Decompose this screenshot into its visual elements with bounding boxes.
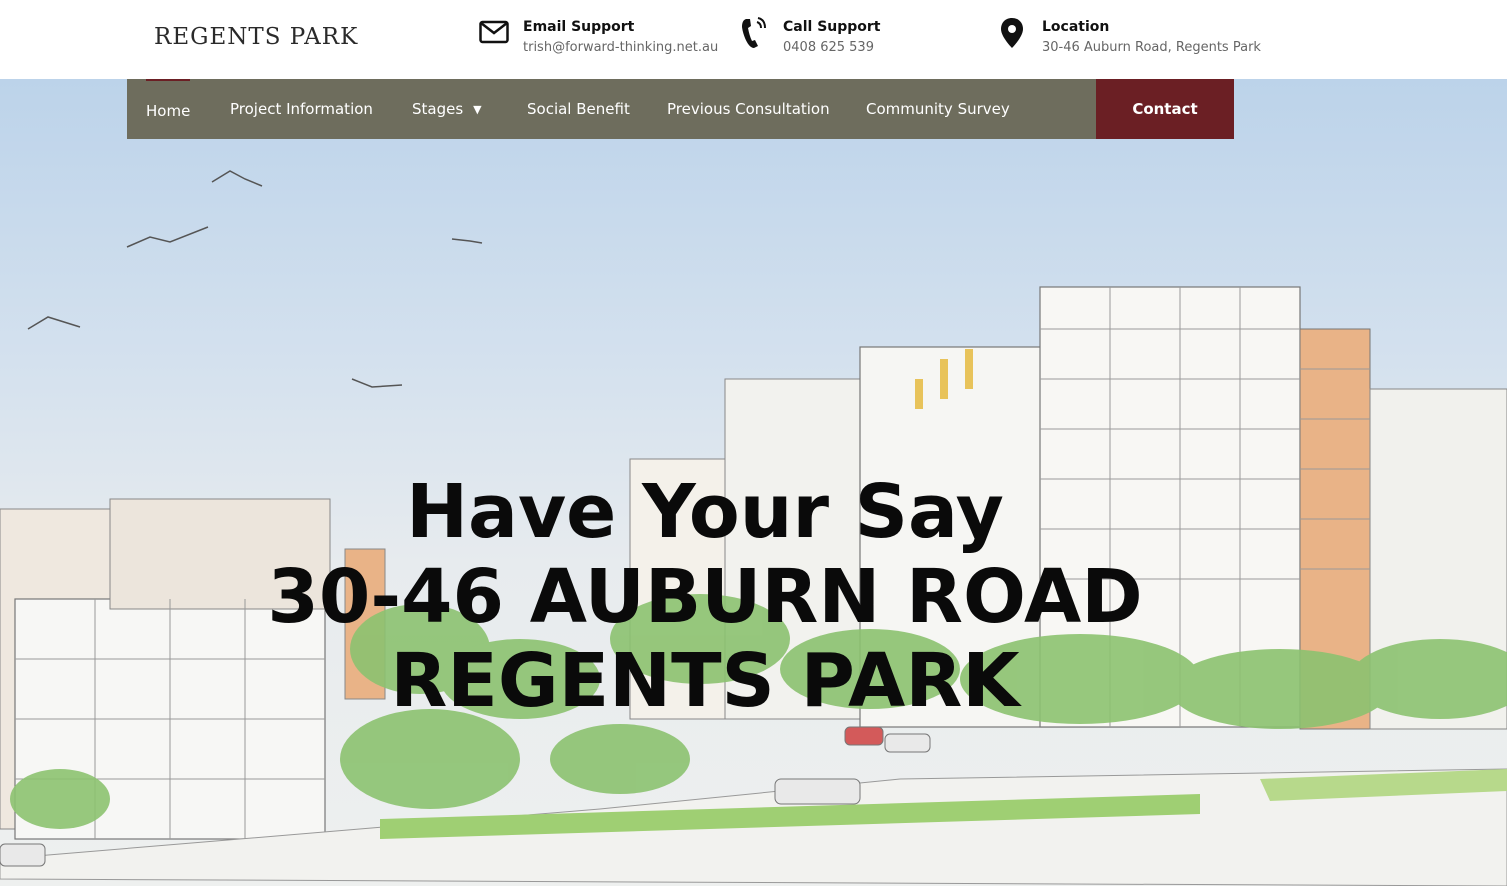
nav-social-benefit[interactable]: Social Benefit — [527, 79, 630, 139]
contact-button[interactable]: Contact — [1096, 79, 1234, 139]
top-header: REGENTS PARK Email Support trish@forward… — [0, 0, 1507, 79]
phone-icon — [742, 17, 766, 48]
nav-stages-label: Stages — [412, 100, 464, 118]
envelope-icon — [479, 20, 509, 44]
hero-heading-line-2: 30-46 AUBURN ROAD — [267, 554, 1143, 640]
nav-project-information[interactable]: Project Information — [230, 79, 373, 139]
nav-stages[interactable]: Stages ▼ — [412, 79, 482, 139]
hero-heading-line-3: REGENTS PARK — [390, 638, 1020, 724]
hero-banner: Have Your Say 30-46 AUBURN ROAD REGENTS … — [0, 79, 1507, 886]
hero-heading-line-1: Have Your Say — [406, 469, 1004, 555]
phone-number[interactable]: 0408 625 539 — [783, 40, 874, 55]
map-pin-icon — [1001, 18, 1023, 48]
chevron-down-icon: ▼ — [473, 103, 482, 116]
nav-home[interactable]: Home — [146, 79, 191, 139]
main-nav: Home Project Information Stages ▼ Social … — [127, 79, 1234, 139]
call-support-label: Call Support — [783, 19, 881, 35]
nav-community-survey[interactable]: Community Survey — [866, 79, 1010, 139]
location-address: 30-46 Auburn Road, Regents Park — [1042, 40, 1261, 55]
site-logo[interactable]: REGENTS PARK — [154, 24, 358, 50]
location-label: Location — [1042, 19, 1110, 35]
nav-previous-consultation[interactable]: Previous Consultation — [667, 79, 830, 139]
email-address[interactable]: trish@forward-thinking.net.au — [523, 40, 718, 55]
email-support-label: Email Support — [523, 19, 635, 35]
